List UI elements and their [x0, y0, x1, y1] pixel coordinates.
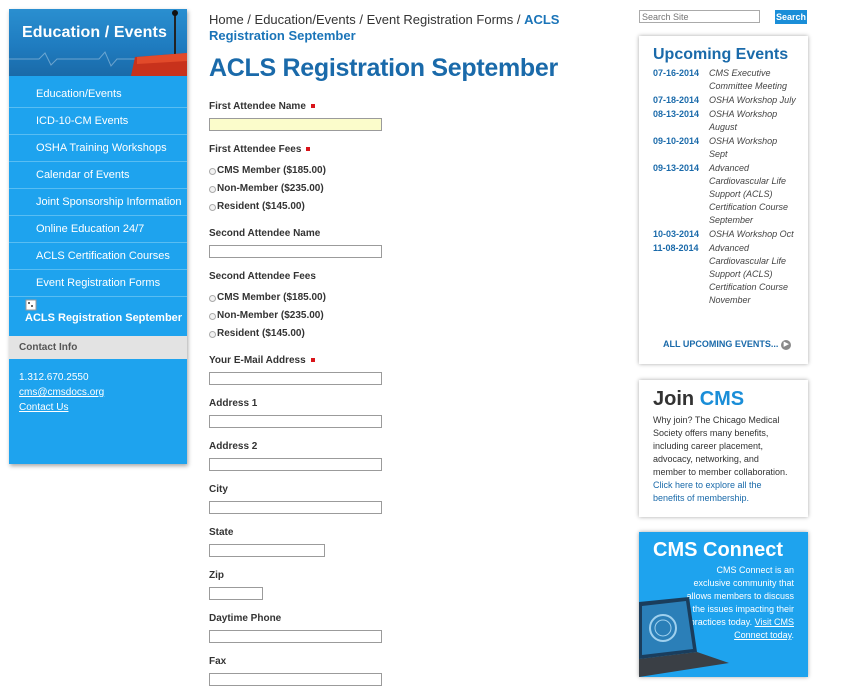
cms-connect-title: CMS Connect — [653, 539, 784, 561]
main-content: Home / Education/Events / Event Registra… — [209, 0, 619, 686]
second-attendee-name-input[interactable] — [209, 245, 382, 258]
daytime-phone-label: Daytime Phone — [209, 613, 282, 624]
first-fee-options: CMS Member ($185.00) Non-Member ($235.00… — [209, 161, 326, 215]
sidebar-item-acls-september[interactable]: ACLS Registration September — [9, 297, 187, 330]
page-bullet-icon — [25, 299, 37, 311]
event-item[interactable]: 07-18-2014 OSHA Workshop July — [653, 94, 808, 107]
sidebar-item-joint-sponsorship[interactable]: Joint Sponsorship Information — [9, 189, 187, 216]
event-title[interactable]: OSHA Workshop Sept — [709, 135, 797, 161]
sidebar-item-icd10[interactable]: ICD-10-CM Events — [9, 108, 187, 135]
event-title[interactable]: OSHA Workshop July — [709, 94, 797, 107]
event-item[interactable]: 11-08-2014 Advanced Cardiovascular Life S… — [653, 242, 808, 307]
sidebar-item-registration-forms[interactable]: Event Registration Forms — [9, 270, 187, 297]
email-input[interactable] — [209, 372, 382, 385]
event-item[interactable]: 09-10-2014 OSHA Workshop Sept — [653, 135, 808, 161]
event-date: 10-03-2014 — [653, 229, 700, 239]
sidebar-banner-title: Education / Events — [22, 24, 167, 41]
fax-input[interactable] — [209, 673, 382, 686]
event-title[interactable]: Advanced Cardiovascular Life Support (AC… — [709, 162, 797, 227]
fax-label: Fax — [209, 656, 227, 667]
event-item[interactable]: 09-13-2014 Advanced Cardiovascular Life S… — [653, 162, 808, 227]
event-item[interactable]: 08-13-2014 OSHA Workshop August — [653, 108, 808, 134]
sidebar-nav: Education/Events ICD-10-CM Events OSHA T… — [9, 81, 187, 330]
sidebar: Education / Events Education/Events ICD-… — [9, 9, 187, 464]
laptop-icon — [639, 597, 729, 677]
event-item[interactable]: 10-03-2014 OSHA Workshop Oct — [653, 228, 808, 241]
event-title[interactable]: Advanced Cardiovascular Life Support (AC… — [709, 242, 797, 307]
search-button[interactable]: Search — [775, 10, 807, 24]
sidebar-item-education-events[interactable]: Education/Events — [9, 81, 187, 108]
sidebar-banner: Education / Events — [9, 9, 187, 76]
second-fee-option-member[interactable]: CMS Member ($185.00) — [209, 288, 326, 306]
event-date: 07-18-2014 — [653, 95, 700, 105]
join-cms-title: Join CMS — [653, 388, 745, 410]
radio-button[interactable] — [209, 203, 216, 211]
radio-button[interactable] — [209, 294, 216, 302]
registration-form: First Attendee Name First Attendee Fees … — [209, 0, 619, 689]
join-cms-text: Why join? The Chicago Medical Society of… — [653, 415, 788, 503]
daytime-phone-input[interactable] — [209, 630, 382, 643]
event-date: 09-13-2014 — [653, 163, 700, 173]
state-input[interactable] — [209, 544, 325, 557]
arrow-right-icon: ▶ — [781, 339, 792, 350]
radio-button[interactable] — [209, 330, 216, 338]
contact-info-heading: Contact Info — [9, 336, 187, 359]
event-date: 09-10-2014 — [653, 136, 700, 146]
first-fee-option-resident[interactable]: Resident ($145.00) — [209, 197, 326, 215]
required-marker — [310, 104, 315, 109]
radio-button[interactable] — [209, 167, 216, 175]
sidebar-item-osha[interactable]: OSHA Training Workshops — [9, 135, 187, 162]
search-input[interactable] — [639, 10, 760, 23]
sidebar-item-calendar[interactable]: Calendar of Events — [9, 162, 187, 189]
all-upcoming-events-link[interactable]: ALL UPCOMING EVENTS... ▶ — [663, 339, 792, 350]
state-label: State — [209, 527, 234, 538]
event-date: 07-16-2014 — [653, 68, 700, 78]
first-fee-option-member[interactable]: CMS Member ($185.00) — [209, 161, 326, 179]
zip-label: Zip — [209, 570, 224, 581]
radio-button[interactable] — [209, 312, 216, 320]
event-title[interactable]: OSHA Workshop Oct — [709, 228, 797, 241]
zip-input[interactable] — [209, 587, 263, 600]
contact-info: 1.312.670.2550 cms@cmsdocs.org Contact U… — [9, 359, 187, 426]
second-attendee-name-label: Second Attendee Name — [209, 228, 321, 239]
city-input[interactable] — [209, 501, 382, 514]
first-attendee-name-label: First Attendee Name — [209, 101, 315, 112]
contact-phone: 1.312.670.2550 — [19, 372, 89, 383]
cms-connect-panel: CMS Connect CMS Connect is an exclusive … — [639, 532, 808, 677]
second-attendee-fees-label: Second Attendee Fees — [209, 271, 316, 282]
sidebar-item-acls-courses[interactable]: ACLS Certification Courses — [9, 243, 187, 270]
event-title[interactable]: OSHA Workshop August — [709, 108, 797, 134]
first-fee-option-nonmember[interactable]: Non-Member ($235.00) — [209, 179, 326, 197]
sidebar-active-label: ACLS Registration September — [25, 312, 183, 324]
radio-button[interactable] — [209, 185, 216, 193]
membership-benefits-link[interactable]: Click here to explore all the benefits o… — [653, 480, 762, 503]
email-label: Your E-Mail Address — [209, 355, 315, 366]
required-marker — [306, 147, 311, 152]
upcoming-events-panel: Upcoming Events 07-16-2014 CMS Executive … — [639, 36, 808, 364]
second-fee-options: CMS Member ($185.00) Non-Member ($235.00… — [209, 288, 326, 342]
first-attendee-name-input[interactable] — [209, 118, 382, 131]
event-title[interactable]: CMS Executive Committee Meeting — [709, 67, 797, 93]
sidebar-item-online-education[interactable]: Online Education 24/7 — [9, 216, 187, 243]
first-attendee-fees-label: First Attendee Fees — [209, 144, 311, 155]
contact-us-link[interactable]: Contact Us — [19, 400, 177, 415]
podium-icon — [131, 10, 187, 76]
event-date: 11-08-2014 — [653, 243, 699, 253]
contact-email-link[interactable]: cms@cmsdocs.org — [19, 385, 177, 400]
second-fee-option-resident[interactable]: Resident ($145.00) — [209, 324, 326, 342]
event-item[interactable]: 07-16-2014 CMS Executive Committee Meetin… — [653, 67, 808, 93]
address1-input[interactable] — [209, 415, 382, 428]
second-fee-option-nonmember[interactable]: Non-Member ($235.00) — [209, 306, 326, 324]
required-marker — [310, 358, 315, 363]
city-label: City — [209, 484, 228, 495]
address1-label: Address 1 — [209, 398, 258, 409]
join-cms-panel: Join CMS Why join? The Chicago Medical S… — [639, 380, 808, 517]
address2-input[interactable] — [209, 458, 382, 471]
upcoming-events-title: Upcoming Events — [653, 46, 789, 63]
address2-label: Address 2 — [209, 441, 258, 452]
event-date: 08-13-2014 — [653, 109, 700, 119]
